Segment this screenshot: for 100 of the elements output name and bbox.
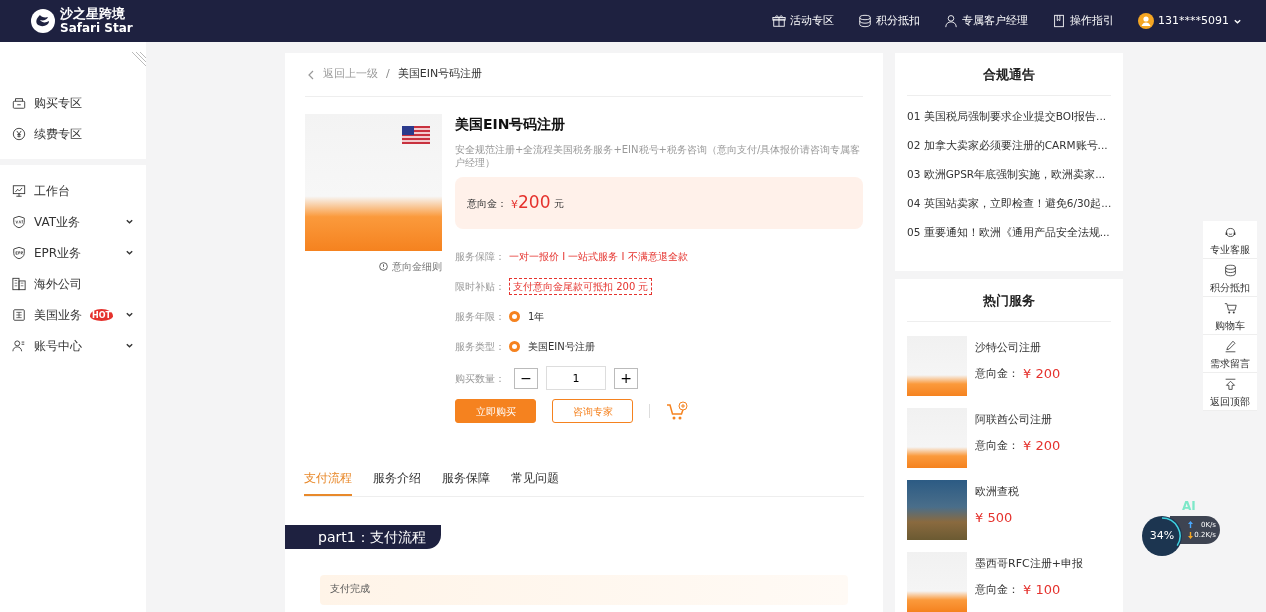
shield-icon bbox=[12, 245, 26, 260]
service-image bbox=[907, 551, 967, 612]
chevron-down-icon bbox=[125, 341, 134, 350]
product-subtitle: 安全规范注册+全流程美国税务服务+EIN税号+税务咨询（意向支付/具体报价请咨询专属客户经理） bbox=[455, 143, 862, 169]
price-label: 意向金： bbox=[975, 365, 1019, 382]
price-label: 意向金： bbox=[975, 437, 1019, 454]
sidebar-item[interactable]: VAT业务 bbox=[0, 206, 146, 237]
notice-link[interactable]: 03 欧洲GPSR年底强制实施，欧洲卖家... bbox=[907, 159, 1111, 189]
service-name: 欧洲查税 bbox=[975, 483, 1019, 500]
service-image bbox=[907, 335, 967, 396]
logo-icon bbox=[30, 8, 56, 34]
user-menu[interactable]: 131****5091 bbox=[1138, 12, 1242, 30]
sidebar-item[interactable]: 续费专区 bbox=[0, 118, 146, 149]
headset-icon bbox=[1223, 226, 1237, 239]
radio-indicator bbox=[509, 310, 520, 322]
basket-icon bbox=[12, 95, 26, 110]
notice-link[interactable]: 04 英国站卖家，立即检查！避免6/30起... bbox=[907, 188, 1111, 218]
price-label: 意向金： bbox=[975, 581, 1019, 598]
deposit-label: 意向金： bbox=[467, 196, 507, 211]
book-icon bbox=[1052, 14, 1066, 28]
nav-link[interactable]: 积分抵扣 bbox=[858, 12, 920, 30]
service-name: 墨西哥RFC注册+申报 bbox=[975, 555, 1083, 572]
section-banner: part1：支付流程 bbox=[285, 525, 441, 549]
sidebar-item[interactable]: 工作台 bbox=[0, 175, 146, 206]
chevron-down-icon bbox=[125, 248, 134, 257]
logo-subtitle: Safari Star bbox=[60, 21, 133, 35]
hot-badge: HOT bbox=[90, 308, 113, 321]
sidebar-item[interactable]: 海外公司 bbox=[0, 268, 146, 299]
radio-option[interactable]: 1年 bbox=[509, 308, 545, 324]
notice-link[interactable]: 02 加拿大卖家必须要注册的CARM账号... bbox=[907, 130, 1111, 160]
decrease-button[interactable]: − bbox=[514, 367, 538, 389]
deposit-amount: ¥200 bbox=[511, 191, 551, 215]
gift-icon bbox=[772, 14, 786, 28]
arrow-down-icon bbox=[1188, 531, 1193, 539]
sidebar-item[interactable]: 账号中心 bbox=[0, 330, 146, 361]
notice-link[interactable]: 05 重要通知！欧洲《通用产品安全法规... bbox=[907, 217, 1111, 247]
nav-link[interactable]: 专属客户经理 bbox=[944, 12, 1028, 30]
deposit-rules-link[interactable]: 意向金细则 bbox=[379, 259, 442, 274]
pen-icon bbox=[1223, 340, 1237, 353]
breadcrumb-current: 美国EIN号码注册 bbox=[397, 66, 483, 83]
chevron-left-icon bbox=[307, 69, 315, 80]
field-label: 服务保障： bbox=[455, 249, 501, 264]
service-price: ¥ 100 bbox=[1023, 581, 1061, 599]
field-label: 购买数量： bbox=[455, 371, 501, 386]
photo-placeholder bbox=[907, 479, 967, 540]
subsidy-tag: 支付意向金尾款可抵扣 200 元 bbox=[509, 277, 653, 295]
person-icon bbox=[944, 14, 958, 28]
service-item[interactable]: 阿联酋公司注册 意向金： ¥ 200 bbox=[907, 407, 1111, 480]
card-title: 热门服务 bbox=[907, 279, 1111, 322]
card-title: 合规通告 bbox=[907, 53, 1111, 96]
service-price: ¥ 200 bbox=[1023, 437, 1061, 455]
service-item[interactable]: 墨西哥RFC注册+申报 意向金： ¥ 100 bbox=[907, 551, 1111, 612]
guarantee-text: 一对一报价 I 一站式服务 I 不满意退全款 bbox=[509, 249, 688, 264]
coin-stack-icon bbox=[1223, 264, 1237, 277]
chevron-down-icon bbox=[125, 217, 134, 226]
info-icon bbox=[379, 262, 388, 271]
monitor-icon bbox=[12, 183, 26, 198]
service-name: 阿联酋公司注册 bbox=[975, 411, 1053, 428]
cart-icon bbox=[1223, 302, 1237, 315]
tab[interactable]: 常见问题 bbox=[511, 463, 559, 496]
currency-unit: 元 bbox=[554, 196, 565, 211]
nav-link[interactable]: 活动专区 bbox=[772, 12, 834, 30]
sidebar-item[interactable]: 美国业务 HOT bbox=[0, 299, 146, 330]
service-name: 沙特公司注册 bbox=[975, 339, 1042, 356]
yen-icon bbox=[12, 126, 26, 141]
service-image bbox=[907, 407, 967, 468]
hatch-decoration bbox=[132, 52, 146, 66]
service-item[interactable]: 欧洲查税 ¥ 500 bbox=[907, 479, 1111, 552]
tab[interactable]: 服务保障 bbox=[442, 463, 490, 496]
field-label: 服务年限： bbox=[455, 309, 501, 324]
step-card: 支付完成 bbox=[320, 575, 848, 605]
users-icon bbox=[12, 338, 26, 353]
flag-icon bbox=[402, 126, 430, 144]
service-price: ¥ 500 bbox=[975, 509, 1013, 527]
tool-button[interactable]: 专业客服 bbox=[1203, 221, 1257, 259]
add-to-cart-icon[interactable] bbox=[666, 401, 688, 421]
back-to-top-icon bbox=[1223, 378, 1237, 391]
field-label: 服务类型： bbox=[455, 339, 501, 354]
quantity-field[interactable]: 1 bbox=[546, 366, 606, 390]
breadcrumb-separator: / bbox=[386, 66, 390, 83]
notice-link[interactable]: 01 美国税局强制要求企业提交BOI报告... bbox=[907, 101, 1111, 131]
nav-link[interactable]: 操作指引 bbox=[1052, 12, 1114, 30]
sidebar-item[interactable]: 购买专区 bbox=[0, 87, 146, 118]
increase-button[interactable]: + bbox=[614, 367, 638, 389]
chevron-down-icon bbox=[125, 310, 134, 319]
document-icon bbox=[12, 307, 26, 322]
service-price: ¥ 200 bbox=[1023, 365, 1061, 383]
coin-stack-icon bbox=[858, 14, 872, 28]
arrow-up-icon bbox=[1188, 521, 1193, 529]
logo-title: 沙之星跨境 bbox=[60, 7, 126, 22]
sidebar-item[interactable]: EPR业务 bbox=[0, 237, 146, 268]
tab[interactable]: 服务介绍 bbox=[373, 463, 421, 496]
product-title: 美国EIN号码注册 bbox=[455, 115, 567, 134]
radio-indicator bbox=[509, 340, 520, 352]
shield-icon bbox=[12, 214, 26, 229]
service-item[interactable]: 沙特公司注册 意向金： ¥ 200 bbox=[907, 335, 1111, 408]
radio-option[interactable]: 美国EIN号注册 bbox=[509, 338, 595, 354]
building-icon bbox=[12, 276, 26, 291]
avatar-icon bbox=[1138, 13, 1154, 29]
ai-label: AI bbox=[1182, 500, 1196, 512]
